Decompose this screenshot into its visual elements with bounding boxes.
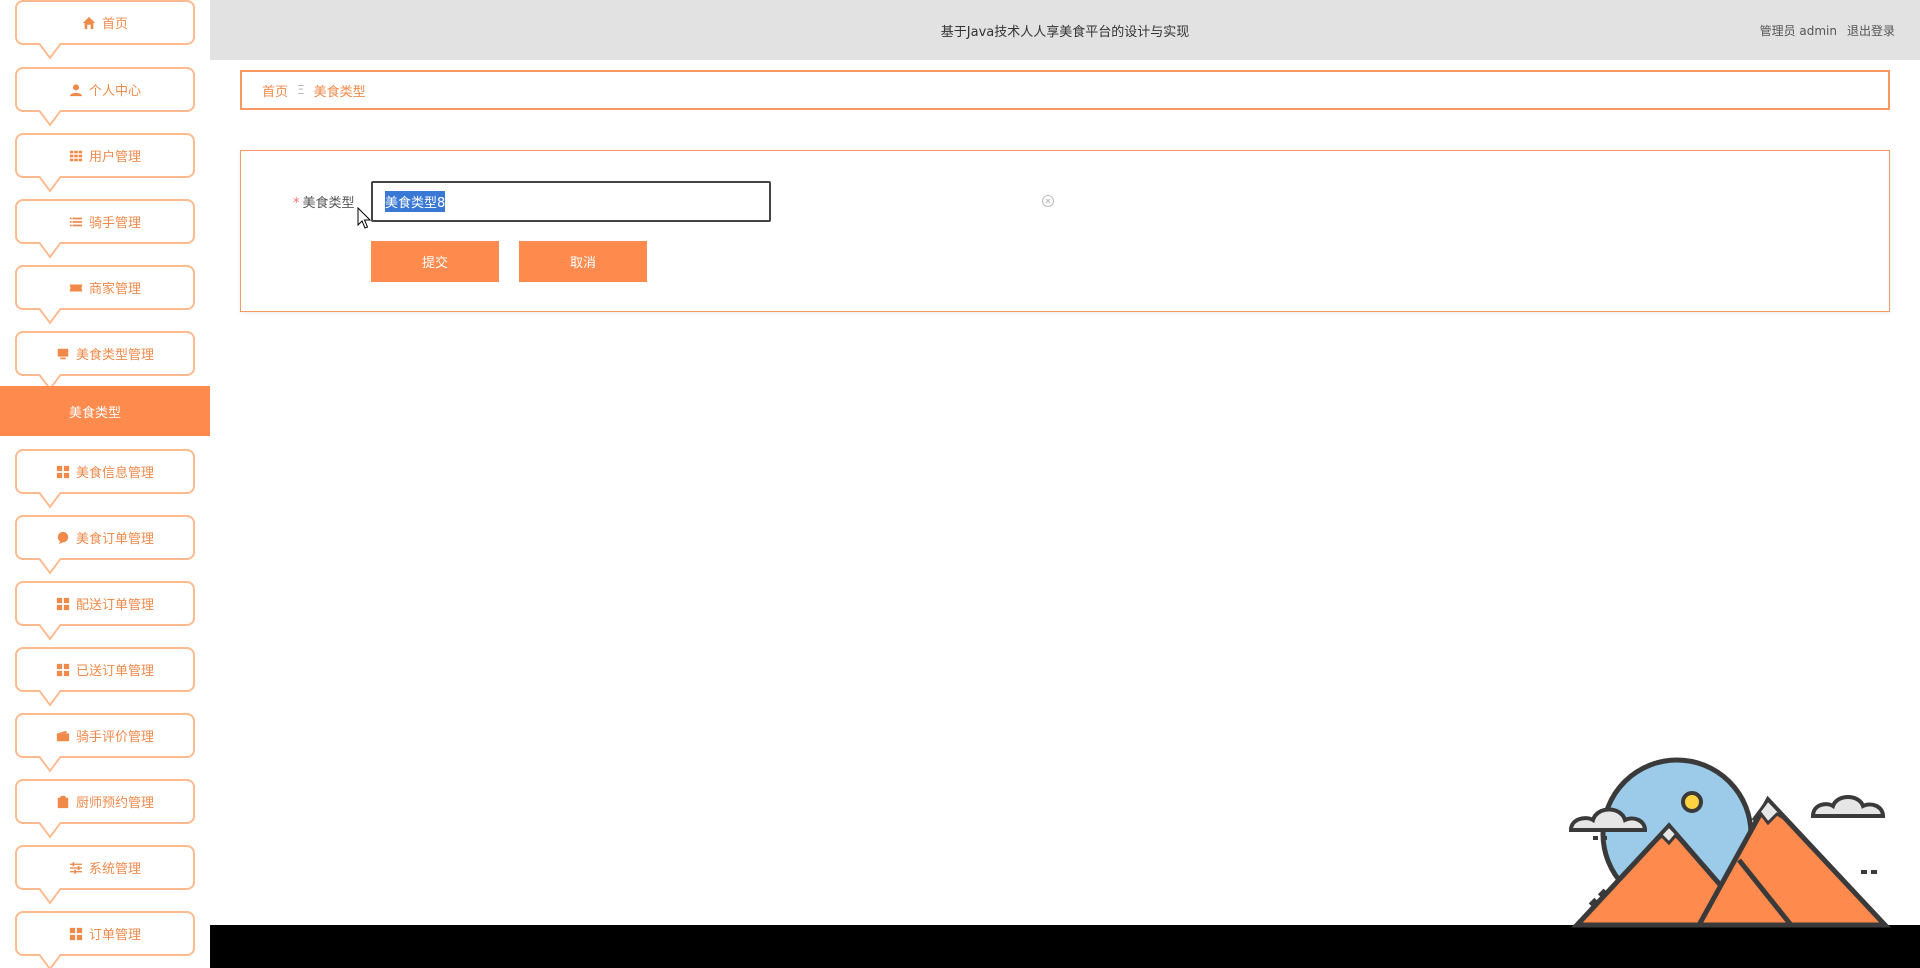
food-type-input[interactable]: 美食类型8 bbox=[371, 181, 771, 222]
sidebar-item-order-management[interactable]: 订单管理 bbox=[15, 911, 195, 956]
sidebar-item-label: 配送订单管理 bbox=[75, 598, 154, 613]
apps-icon bbox=[56, 465, 70, 479]
sidebar-item-food-order-management[interactable]: 美食订单管理 bbox=[15, 515, 195, 560]
sidebar-item-label: 骑手管理 bbox=[88, 216, 141, 231]
sidebar-item-label: 用户管理 bbox=[88, 150, 141, 165]
sidebar-item-delivered-order-management[interactable]: 已送订单管理 bbox=[15, 647, 195, 692]
submit-button[interactable]: 提交 bbox=[371, 241, 499, 282]
user-icon bbox=[69, 83, 83, 97]
apps-icon bbox=[69, 927, 83, 941]
sidebar: 首页 个人中心 用户管理 骑手管理 商家管理 美食类型管理 美食类型 美食信息管… bbox=[0, 0, 210, 968]
sidebar-subitem-food-type[interactable]: 美食类型 bbox=[0, 386, 210, 436]
sidebar-item-personal-center[interactable]: 个人中心 bbox=[15, 67, 195, 112]
list-icon bbox=[69, 215, 83, 229]
required-mark: * bbox=[293, 196, 300, 211]
sliders-icon bbox=[69, 861, 83, 875]
food-type-label-text: 美食类型 bbox=[302, 196, 355, 211]
mountain-scenery-illustration bbox=[1568, 757, 1891, 928]
food-type-form: * 美食类型 美食类型8 提交 取消 bbox=[240, 150, 1890, 312]
sidebar-item-label: 美食订单管理 bbox=[75, 532, 154, 547]
sidebar-subitem-label: 美食类型 bbox=[68, 405, 121, 421]
breadcrumb-current: 美食类型 bbox=[313, 84, 366, 100]
sidebar-item-label: 系统管理 bbox=[88, 862, 141, 877]
sidebar-item-label: 已送订单管理 bbox=[75, 664, 154, 679]
grid-icon bbox=[69, 149, 83, 163]
food-type-input-value: 美食类型8 bbox=[385, 191, 446, 212]
apps-icon bbox=[56, 663, 70, 677]
sidebar-item-food-info-management[interactable]: 美食信息管理 bbox=[15, 449, 195, 494]
header-user-area: 管理员 admin 退出登录 bbox=[1760, 22, 1895, 39]
breadcrumb-separator-icon: Ξ bbox=[297, 83, 305, 97]
food-type-label: * 美食类型 bbox=[293, 192, 355, 211]
breadcrumb-home[interactable]: 首页 bbox=[262, 81, 288, 100]
logout-link[interactable]: 退出登录 bbox=[1847, 22, 1895, 39]
app-title: 基于Java技术人人享美食平台的设计与实现 bbox=[940, 25, 1190, 40]
sidebar-item-label: 个人中心 bbox=[88, 84, 141, 99]
sidebar-item-label: 美食信息管理 bbox=[75, 466, 154, 481]
sidebar-item-delivery-order-management[interactable]: 配送订单管理 bbox=[15, 581, 195, 626]
sidebar-item-home[interactable]: 首页 bbox=[15, 0, 195, 45]
wallet-icon bbox=[56, 729, 70, 743]
sidebar-item-label: 订单管理 bbox=[88, 928, 141, 943]
sidebar-item-label: 首页 bbox=[101, 17, 128, 32]
sidebar-item-rider-management[interactable]: 骑手管理 bbox=[15, 199, 195, 244]
sidebar-item-label: 商家管理 bbox=[88, 282, 141, 297]
sidebar-item-label: 骑手评价管理 bbox=[75, 730, 154, 745]
sidebar-item-rider-review-management[interactable]: 骑手评价管理 bbox=[15, 713, 195, 758]
balloon-icon bbox=[56, 531, 70, 545]
top-header: 基于Java技术人人享美食平台的设计与实现 管理员 admin 退出登录 bbox=[210, 0, 1920, 60]
sidebar-item-user-management[interactable]: 用户管理 bbox=[15, 133, 195, 178]
home-icon bbox=[82, 16, 96, 30]
clipboard-icon bbox=[56, 795, 70, 809]
clear-input-icon[interactable] bbox=[1041, 194, 1055, 208]
sidebar-item-label: 美食类型管理 bbox=[75, 348, 154, 363]
breadcrumb: 首页 Ξ 美食类型 bbox=[240, 70, 1890, 110]
sidebar-item-merchant-management[interactable]: 商家管理 bbox=[15, 265, 195, 310]
sidebar-item-food-type-management[interactable]: 美食类型管理 bbox=[15, 331, 195, 376]
mouse-cursor-icon bbox=[357, 207, 372, 229]
sidebar-item-label: 厨师预约管理 bbox=[75, 796, 154, 811]
monitor-icon bbox=[56, 347, 70, 361]
ticket-icon bbox=[69, 281, 83, 295]
apps-icon bbox=[56, 597, 70, 611]
sidebar-item-chef-booking-management[interactable]: 厨师预约管理 bbox=[15, 779, 195, 824]
user-label: 管理员 admin bbox=[1759, 24, 1837, 38]
cancel-button[interactable]: 取消 bbox=[519, 241, 647, 282]
sidebar-item-system-management[interactable]: 系统管理 bbox=[15, 845, 195, 890]
